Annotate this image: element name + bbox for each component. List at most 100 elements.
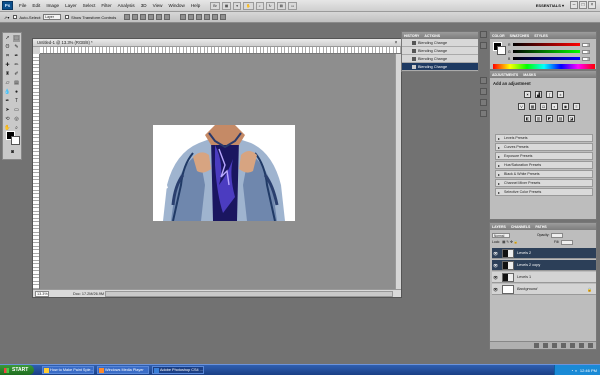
distribute-bottom-icon[interactable] (196, 14, 203, 20)
history-state[interactable]: Blending Change (402, 39, 478, 47)
color-balance-icon[interactable]: ⚖ (540, 103, 547, 110)
align-top-icon[interactable] (124, 14, 131, 20)
align-middle-icon[interactable] (132, 14, 139, 20)
canvas-pasteboard[interactable] (40, 54, 395, 289)
selective-color-icon[interactable]: ◪ (568, 115, 575, 122)
preset-black-white[interactable]: Black & White Presets (495, 170, 593, 178)
tab-swatches[interactable]: SWATCHES (510, 34, 530, 38)
taskbar-item[interactable]: How to Make Paint Sple... (42, 366, 94, 374)
delete-layer-icon[interactable] (588, 343, 593, 348)
black-white-icon[interactable]: ◐ (551, 103, 558, 110)
preset-channel-mixer[interactable]: Channel Mixer Presets (495, 179, 593, 187)
blue-value[interactable]: 0 (582, 56, 590, 61)
history-state[interactable]: Blending Change (402, 55, 478, 63)
lasso-tool-icon[interactable]: ʘ (4, 44, 11, 51)
zoom-tool-button[interactable]: ⌕ (255, 1, 264, 10)
workspace-switcher[interactable]: ESSENTIALS ▾ (536, 3, 564, 8)
visibility-eye-icon[interactable]: 👁 (493, 263, 499, 268)
tab-styles[interactable]: STYLES (534, 34, 548, 38)
background-color-chip[interactable] (497, 46, 506, 55)
preset-curves[interactable]: Curves Presets (495, 143, 593, 151)
curves-icon[interactable]: ∫ (546, 91, 553, 98)
tab-layers[interactable]: LAYERS (492, 225, 506, 229)
taskbar-item[interactable]: Adobe Photoshop CS4 ... (152, 366, 204, 374)
align-center-icon[interactable] (156, 14, 163, 20)
gradient-map-icon[interactable]: ▨ (557, 115, 564, 122)
hue-saturation-icon[interactable]: ▦ (529, 103, 536, 110)
align-bottom-icon[interactable] (140, 14, 147, 20)
tab-adjustments[interactable]: ADJUSTMENTS (492, 73, 518, 77)
vertical-scrollbar[interactable] (395, 54, 401, 289)
visibility-eye-icon[interactable]: 👁 (493, 251, 499, 256)
menu-help[interactable]: Help (191, 3, 200, 8)
invert-icon[interactable]: ◧ (524, 115, 531, 122)
canvas-image[interactable] (153, 125, 295, 221)
shape-tool-icon[interactable]: ▭ (13, 107, 20, 114)
blue-slider[interactable]: B 0 (508, 56, 590, 61)
menu-file[interactable]: File (19, 3, 26, 8)
brushes-panel-icon[interactable] (480, 99, 487, 106)
menu-3d[interactable]: 3D (141, 3, 147, 8)
menu-edit[interactable]: Edit (32, 3, 40, 8)
screen-mode-button[interactable]: ▭ (288, 1, 298, 10)
pen-tool-icon[interactable]: ✒ (4, 98, 11, 105)
vibrance-icon[interactable]: V (518, 103, 525, 110)
distribute-top-icon[interactable] (180, 14, 187, 20)
distribute-middle-icon[interactable] (188, 14, 195, 20)
quick-mask-icon[interactable]: ◙ (9, 149, 16, 156)
menu-layer[interactable]: Layer (65, 3, 77, 8)
vertical-ruler[interactable] (33, 54, 40, 289)
adjustment-layer-icon[interactable] (561, 343, 566, 348)
distribute-right-icon[interactable] (220, 14, 227, 20)
distribute-left-icon[interactable] (204, 14, 211, 20)
type-tool-icon[interactable]: T (13, 98, 20, 105)
history-state-selected[interactable]: Blending Change (402, 63, 478, 71)
add-mask-icon[interactable] (552, 343, 557, 348)
preset-levels[interactable]: Levels Presets (495, 134, 593, 142)
menu-analysis[interactable]: Analysis (118, 3, 135, 8)
menu-window[interactable]: Window (168, 3, 184, 8)
path-select-tool-icon[interactable]: ➤ (4, 107, 11, 114)
tab-masks[interactable]: MASKS (523, 73, 536, 77)
tray-icons[interactable]: ◔ ◑ (571, 368, 577, 373)
tab-actions[interactable]: ACTIONS (424, 34, 440, 38)
history-panel-icon[interactable] (480, 31, 487, 38)
info-panel-icon[interactable] (480, 88, 487, 95)
tab-paths[interactable]: PATHS (535, 225, 546, 229)
taskbar-item[interactable]: Windows Media Player (97, 366, 149, 374)
color-spectrum-bar[interactable] (493, 64, 595, 69)
opacity-field[interactable] (551, 232, 564, 238)
auto-select-dropdown[interactable]: Layer (43, 14, 62, 20)
layer-style-icon[interactable] (543, 343, 548, 348)
blur-tool-icon[interactable]: 💧 (4, 89, 11, 96)
view-extras-button[interactable]: ▦ (221, 1, 232, 10)
tab-color[interactable]: COLOR (492, 34, 505, 38)
history-state[interactable]: Blending Change (402, 47, 478, 55)
quick-select-tool-icon[interactable]: ✎ (13, 44, 20, 51)
hand-tool-button[interactable]: ✋ (243, 1, 254, 10)
align-left-icon[interactable] (148, 14, 155, 20)
auto-select-checkbox[interactable] (13, 15, 18, 19)
posterize-icon[interactable]: ▥ (535, 115, 542, 122)
arrange-documents-button[interactable]: ▤ (276, 1, 286, 10)
align-right-icon[interactable] (164, 14, 171, 20)
move-tool-icon[interactable]: ➚▾ (4, 15, 9, 20)
fill-field[interactable] (561, 239, 574, 245)
tab-history[interactable]: HISTORY (404, 34, 419, 38)
red-ramp[interactable] (513, 43, 580, 46)
visibility-eye-icon[interactable]: 👁 (493, 287, 499, 292)
gradient-tool-icon[interactable]: ▤ (13, 80, 20, 87)
clone-source-panel-icon[interactable] (480, 110, 487, 117)
photo-filter-icon[interactable]: ◉ (562, 103, 569, 110)
move-tool-icon[interactable]: ➚ (4, 35, 11, 42)
visibility-eye-icon[interactable]: 👁 (493, 275, 499, 280)
blue-ramp[interactable] (513, 57, 580, 60)
bridge-button[interactable]: Br (210, 1, 220, 10)
start-button[interactable]: START (0, 365, 34, 375)
document-size-info[interactable]: Doc: 17.2M/26.9M (73, 290, 104, 298)
healing-brush-tool-icon[interactable]: ✚ (4, 62, 11, 69)
dodge-tool-icon[interactable]: ● (13, 89, 20, 96)
minimize-button[interactable]: – (570, 1, 578, 9)
green-slider[interactable]: G 0 (508, 49, 590, 54)
layer-row[interactable]: 👁 Levels 1 (492, 272, 596, 283)
